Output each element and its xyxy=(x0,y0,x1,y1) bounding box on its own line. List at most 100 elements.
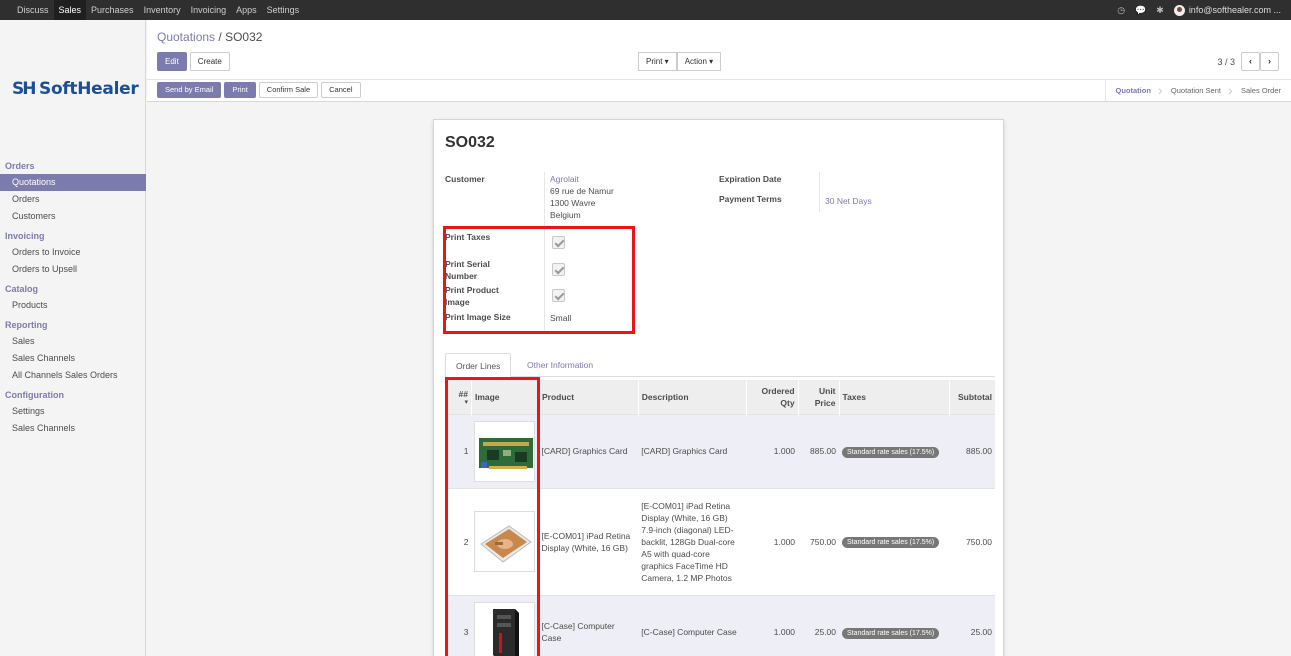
logo-text-b: Healer xyxy=(77,79,139,99)
row-taxes: Standard rate sales (17.5%) xyxy=(839,413,950,488)
form-buttons: Edit Create xyxy=(157,52,230,71)
menu-invoicing[interactable]: Invoicing xyxy=(186,0,232,20)
row-taxes: Standard rate sales (17.5%) xyxy=(839,594,950,656)
row-product: [C-Case] Computer Case xyxy=(538,594,639,656)
action-dropdown[interactable]: Action ▾ xyxy=(676,52,722,71)
notebook-tabs: Order Lines Other Information xyxy=(445,353,995,377)
qty-header-line-1: Ordered xyxy=(761,385,795,396)
highlight-box-print-options xyxy=(443,226,635,334)
row-description: [E-COM01] iPad Retina Display (White, 16… xyxy=(638,487,747,595)
print-dropdown[interactable]: Print ▾ xyxy=(638,52,677,71)
menu-purchases[interactable]: Purchases xyxy=(86,0,139,20)
menu-sales[interactable]: Sales xyxy=(53,0,87,20)
status-quotation-sent[interactable]: Quotation Sent xyxy=(1158,80,1231,101)
customer-link[interactable]: Agrolait xyxy=(550,173,614,185)
sidebar-section-configuration: Configuration xyxy=(5,390,64,400)
sidebar-section-reporting: Reporting xyxy=(5,320,48,330)
tax-badge: Standard rate sales (17.5%) xyxy=(842,627,940,639)
tax-badge: Standard rate sales (17.5%) xyxy=(842,537,940,548)
header-buttons: Send by Email Print Confirm Sale Cancel xyxy=(157,82,361,98)
expiration-date-label: Expiration Date xyxy=(719,174,782,184)
menu-discuss[interactable]: Discuss xyxy=(12,0,54,20)
breadcrumb-quotations[interactable]: Quotations xyxy=(157,30,215,44)
sidebar-item-customers[interactable]: Customers xyxy=(0,208,146,225)
customer-country: Belgium xyxy=(550,210,581,220)
customer-field: Agrolait 69 rue de Namur 1300 Wavre Belg… xyxy=(550,173,614,221)
top-navbar: Discuss Sales Purchases Inventory Invoic… xyxy=(0,0,1291,20)
page-title: SO032 xyxy=(445,134,495,151)
column-header-taxes[interactable]: Taxes xyxy=(838,380,950,414)
highlight-box-image-column xyxy=(445,377,540,656)
form-sheet: SO032 Customer Agrolait 69 rue de Namur … xyxy=(433,119,1004,656)
price-header-line-2: Price xyxy=(814,397,836,408)
column-header-product[interactable]: Product xyxy=(537,380,639,414)
row-unit-price: 750.00 xyxy=(798,487,840,595)
status-sales-order[interactable]: Sales Order xyxy=(1228,80,1291,101)
confirm-sale-button[interactable]: Confirm Sale xyxy=(258,82,319,98)
clock-icon[interactable]: ◷ xyxy=(1117,5,1125,16)
customer-label: Customer xyxy=(445,174,485,184)
sidebar-item-settings[interactable]: Settings xyxy=(0,403,146,420)
row-unit-price: 885.00 xyxy=(798,413,840,488)
tab-order-lines[interactable]: Order Lines xyxy=(445,353,512,377)
menu-apps[interactable]: Apps xyxy=(231,0,262,20)
field-divider xyxy=(544,172,545,230)
sidebar-section-catalog: Catalog xyxy=(5,284,39,294)
status-bar: Quotation Quotation Sent Sales Order xyxy=(1104,80,1291,101)
row-qty: 1.000 xyxy=(746,594,799,656)
column-header-subtotal[interactable]: Subtotal xyxy=(949,380,995,414)
row-product: [E-COM01] iPad Retina Display (White, 16… xyxy=(538,487,639,595)
menu-inventory[interactable]: Inventory xyxy=(139,0,186,20)
user-menu[interactable]: info@softhealer.com ... xyxy=(1173,4,1281,16)
main-menu: Discuss Sales Purchases Inventory Invoic… xyxy=(0,0,304,20)
row-qty: 1.000 xyxy=(746,487,799,595)
pager-counter[interactable]: 3 / 3 xyxy=(1217,57,1235,67)
row-product: [CARD] Graphics Card xyxy=(538,413,639,488)
control-panel: Quotations / SO032 Edit Create Print ▾ A… xyxy=(147,20,1291,102)
row-unit-price: 25.00 xyxy=(798,594,840,656)
cancel-button[interactable]: Cancel xyxy=(321,82,361,98)
payment-terms-link[interactable]: 30 Net Days xyxy=(825,196,872,206)
sidebar-item-quotations[interactable]: Quotations xyxy=(0,174,146,191)
status-quotation[interactable]: Quotation xyxy=(1106,80,1161,101)
tax-badge: Standard rate sales (17.5%) xyxy=(842,446,940,458)
row-description: [CARD] Graphics Card xyxy=(638,413,747,488)
softhealer-logo: SH SoftHealer xyxy=(12,78,139,100)
create-button[interactable]: Create xyxy=(189,52,230,71)
edit-button[interactable]: Edit xyxy=(157,52,187,71)
bug-icon[interactable]: ✱ xyxy=(1156,5,1164,16)
pager-next-button[interactable]: › xyxy=(1260,52,1279,71)
sidebar-item-sales[interactable]: Sales xyxy=(0,333,146,350)
row-qty: 1.000 xyxy=(746,413,799,488)
sidebar-item-all-channels-sales-orders[interactable]: All Channels Sales Orders xyxy=(0,367,146,384)
breadcrumb-current: SO032 xyxy=(225,30,263,44)
row-subtotal: 750.00 xyxy=(949,487,995,595)
avatar xyxy=(1173,4,1185,16)
column-header-description[interactable]: Description xyxy=(637,380,747,414)
row-description: [C-Case] Computer Case xyxy=(638,594,747,656)
qty-header-line-2: Qty xyxy=(780,397,795,408)
systray: ◷ 💬 ✱ info@softhealer.com ... xyxy=(1117,0,1281,20)
send-by-email-button[interactable]: Send by Email xyxy=(157,82,222,98)
sidebar-item-orders-to-upsell[interactable]: Orders to Upsell xyxy=(0,261,146,278)
customer-address-2: 1300 Wavre xyxy=(550,198,596,208)
print-button[interactable]: Print xyxy=(224,82,256,98)
row-taxes: Standard rate sales (17.5%) xyxy=(839,487,950,595)
tab-other-information[interactable]: Other Information xyxy=(517,353,603,377)
chat-icon[interactable]: 💬 xyxy=(1135,5,1146,16)
pager: 3 / 3 ‹ › xyxy=(1217,52,1279,71)
breadcrumb: Quotations / SO032 xyxy=(157,30,262,44)
menu-settings[interactable]: Settings xyxy=(262,0,305,20)
column-header-unit-price[interactable]: Unit Price xyxy=(797,380,840,414)
sidebar-item-products[interactable]: Products xyxy=(0,297,146,314)
sidebar-item-orders-to-invoice[interactable]: Orders to Invoice xyxy=(0,244,146,261)
sidebar-item-sales-channels[interactable]: Sales Channels xyxy=(0,350,146,367)
logo-mark: SH xyxy=(12,79,37,99)
sidebar-item-orders[interactable]: Orders xyxy=(0,191,146,208)
row-subtotal: 885.00 xyxy=(949,413,995,488)
column-header-ordered-qty[interactable]: Ordered Qty xyxy=(745,380,799,414)
pager-previous-button[interactable]: ‹ xyxy=(1241,52,1260,71)
row-subtotal: 25.00 xyxy=(949,594,995,656)
user-email: info@softhealer.com ... xyxy=(1188,5,1281,15)
sidebar-item-config-sales-channels[interactable]: Sales Channels xyxy=(0,420,146,437)
